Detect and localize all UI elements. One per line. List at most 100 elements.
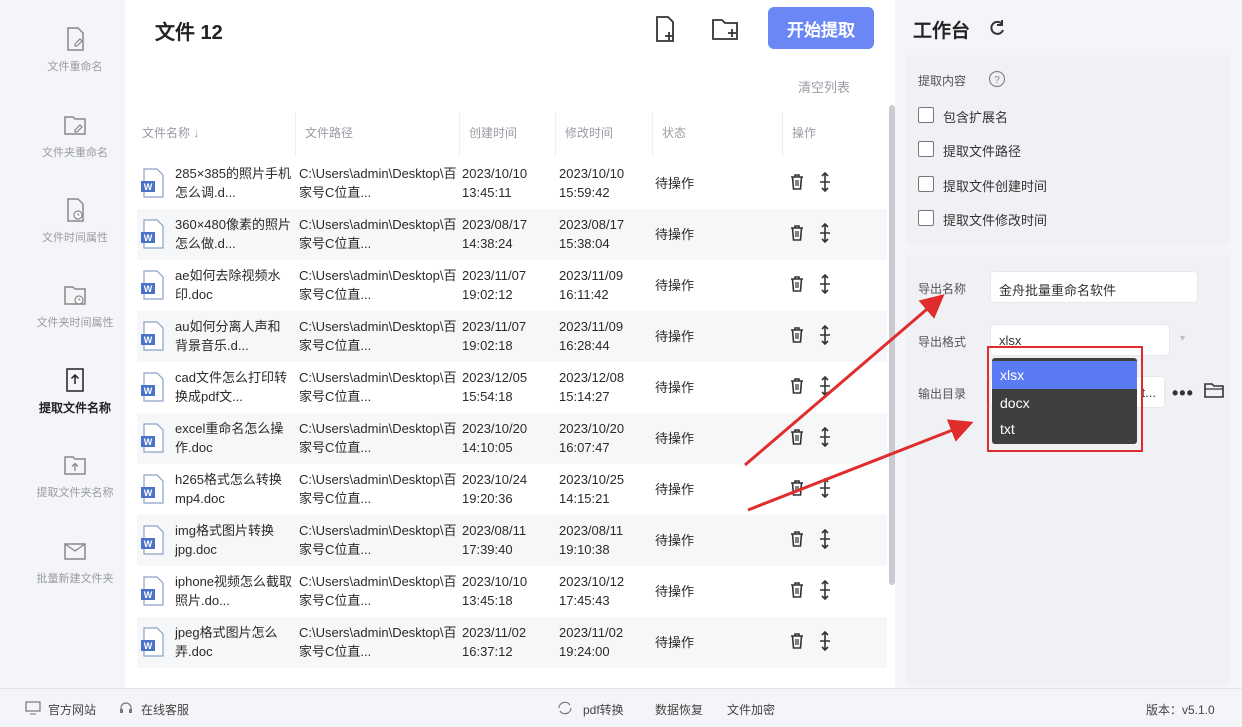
checkbox[interactable] bbox=[918, 107, 934, 123]
word-doc-icon: W bbox=[141, 168, 164, 198]
data-recovery-link[interactable]: 数据恢复 bbox=[655, 701, 703, 718]
status-cell: 待操作 bbox=[655, 533, 695, 548]
trash-icon[interactable] bbox=[789, 632, 805, 650]
move-icon[interactable] bbox=[818, 172, 832, 192]
file-name-cell: 285×385的照片手机怎么调.d... bbox=[175, 166, 291, 200]
trash-icon[interactable] bbox=[789, 581, 805, 599]
trash-icon[interactable] bbox=[789, 275, 805, 293]
table-row[interactable]: Wau如何分离人声和背景音乐.d... C:\Users\admin\Deskto… bbox=[137, 311, 887, 362]
sidebar-item-label: 提取文件名称 bbox=[38, 401, 111, 415]
word-doc-icon: W bbox=[141, 423, 164, 453]
trash-icon[interactable] bbox=[789, 377, 805, 395]
chevron-down-icon[interactable]: ▾ bbox=[1180, 333, 1185, 344]
checkbox[interactable] bbox=[918, 210, 934, 226]
file-list-panel: 文件 12 开始提取 清空列表 文件名称 ↓ 文件路径 创建时间 修改时间 状态… bbox=[125, 0, 895, 688]
file-path-cell: C:\Users\admin\Desktop\百家号C位直... bbox=[299, 166, 457, 200]
move-icon[interactable] bbox=[818, 580, 832, 600]
clear-list-link[interactable]: 清空列表 bbox=[798, 77, 850, 96]
file-path-cell: C:\Users\admin\Desktop\百家号C位直... bbox=[299, 217, 457, 251]
file-encrypt-link[interactable]: 文件加密 bbox=[727, 701, 775, 718]
table-row[interactable]: Wh265格式怎么转换mp4.doc C:\Users\admin\Desktop… bbox=[137, 464, 887, 515]
start-extract-button[interactable]: 开始提取 bbox=[768, 7, 874, 49]
more-options-button[interactable]: ••• bbox=[1172, 383, 1194, 404]
column-header-name[interactable]: 文件名称 ↓ bbox=[142, 124, 199, 141]
word-doc-icon: W bbox=[141, 525, 164, 555]
page-title: 文件 12 bbox=[155, 22, 223, 44]
move-icon[interactable] bbox=[818, 325, 832, 345]
word-doc-icon: W bbox=[141, 627, 164, 657]
table-row[interactable]: W 285×385的照片手机怎么调.d... C:\Users\admin\Desk… bbox=[137, 158, 887, 209]
move-icon[interactable] bbox=[818, 529, 832, 549]
status-cell: 待操作 bbox=[655, 176, 695, 191]
add-folder-icon[interactable] bbox=[710, 14, 740, 44]
move-icon[interactable] bbox=[818, 376, 832, 396]
file-path-cell: C:\Users\admin\Desktop\百家号C位直... bbox=[299, 625, 457, 659]
add-file-icon[interactable] bbox=[650, 14, 680, 44]
table-row[interactable]: Wjpeg格式图片怎么弄.doc C:\Users\admin\Desktop\百… bbox=[137, 617, 887, 668]
status-cell: 待操作 bbox=[655, 329, 695, 344]
folder-clock-icon bbox=[64, 286, 86, 305]
file-path-cell: C:\Users\admin\Desktop\百家号C位直... bbox=[299, 268, 457, 302]
svg-text:W: W bbox=[144, 335, 153, 345]
online-service-link[interactable]: 在线客服 bbox=[141, 701, 189, 718]
export-name-input[interactable]: 金舟批量重命名软件 bbox=[990, 271, 1198, 303]
svg-text:W: W bbox=[144, 590, 153, 600]
modified-time-cell: 2023/11/09 16:11:42 bbox=[559, 268, 624, 302]
modified-time-cell: 2023/10/10 15:59:42 bbox=[559, 166, 625, 200]
created-time-cell: 2023/10/24 19:20:36 bbox=[462, 472, 528, 506]
sidebar: 文件重命名 文件夹重命名 文件时间属性 文件夹时间属性 提取文件名称 提取文件夹… bbox=[0, 0, 125, 688]
status-bar: 官方网站 在线客服 pdf转换 数据恢复 文件加密 版本：v5.1.0 bbox=[0, 688, 1242, 727]
extract-content-label: 提取内容 bbox=[918, 74, 967, 88]
table-row[interactable]: W 360×480像素的照片怎么做.d... C:\Users\admin\Desk… bbox=[137, 209, 887, 260]
help-icon[interactable]: ? bbox=[988, 70, 1006, 88]
table-row[interactable]: Wiphone视频怎么截取照片.do... C:\Users\admin\Desk… bbox=[137, 566, 887, 617]
folder-add-icon bbox=[64, 543, 86, 560]
move-icon[interactable] bbox=[818, 274, 832, 294]
output-dir-label: 输出目录 bbox=[918, 387, 967, 401]
move-icon[interactable] bbox=[818, 223, 832, 243]
word-doc-icon: W bbox=[141, 576, 164, 606]
scrollbar[interactable] bbox=[889, 105, 895, 585]
sidebar-item-label: 文件时间属性 bbox=[42, 232, 108, 244]
trash-icon[interactable] bbox=[789, 530, 805, 548]
svg-text:W: W bbox=[144, 182, 153, 192]
modified-time-cell: 2023/10/12 17:45:43 bbox=[559, 574, 625, 608]
modified-time-cell: 2023/08/17 15:38:04 bbox=[559, 217, 625, 251]
file-export-icon bbox=[66, 368, 84, 392]
convert-icon bbox=[558, 701, 572, 715]
created-time-cell: 2023/11/02 16:37:12 bbox=[462, 625, 527, 659]
folder-icon[interactable] bbox=[1203, 380, 1225, 400]
move-icon[interactable] bbox=[818, 427, 832, 447]
pdf-convert-link[interactable]: pdf转换 bbox=[583, 701, 624, 718]
export-settings-card bbox=[905, 255, 1230, 685]
table-row[interactable]: Wimg格式图片转换jpg.doc C:\Users\admin\Desktop\… bbox=[137, 515, 887, 566]
trash-icon[interactable] bbox=[789, 479, 805, 497]
file-clock-icon bbox=[67, 198, 84, 222]
option-label: 包含扩展名 bbox=[943, 110, 1009, 125]
monitor-icon bbox=[25, 701, 41, 715]
move-icon[interactable] bbox=[818, 478, 832, 498]
column-header-status: 状态 bbox=[662, 126, 687, 140]
table-row[interactable]: Wae如何去除视频水印.doc C:\Users\admin\Desktop\百家… bbox=[137, 260, 887, 311]
table-row[interactable]: Wcad文件怎么打印转换成pdf文... C:\Users\admin\Deskt… bbox=[137, 362, 887, 413]
checkbox[interactable] bbox=[918, 141, 934, 157]
official-site-link[interactable]: 官方网站 bbox=[48, 701, 96, 718]
trash-icon[interactable] bbox=[789, 224, 805, 242]
refresh-icon[interactable] bbox=[987, 18, 1007, 38]
svg-text:W: W bbox=[144, 437, 153, 447]
created-time-cell: 2023/11/07 19:02:18 bbox=[462, 319, 527, 353]
modified-time-cell: 2023/10/20 16:07:47 bbox=[559, 421, 625, 455]
trash-icon[interactable] bbox=[789, 173, 805, 191]
trash-icon[interactable] bbox=[789, 326, 805, 344]
move-icon[interactable] bbox=[818, 631, 832, 651]
status-cell: 待操作 bbox=[655, 227, 695, 242]
table-row[interactable]: Wexcel重命名怎么操作.doc C:\Users\admin\Desktop\… bbox=[137, 413, 887, 464]
sidebar-item-label: 文件夹重命名 bbox=[42, 147, 108, 159]
annotation-highlight-box bbox=[987, 346, 1143, 452]
svg-text:W: W bbox=[144, 233, 153, 243]
column-header-actions: 操作 bbox=[792, 126, 817, 140]
checkbox[interactable] bbox=[918, 176, 934, 192]
column-header-modified: 修改时间 bbox=[565, 126, 614, 140]
trash-icon[interactable] bbox=[789, 428, 805, 446]
file-path-cell: C:\Users\admin\Desktop\百家号C位直... bbox=[299, 523, 457, 557]
